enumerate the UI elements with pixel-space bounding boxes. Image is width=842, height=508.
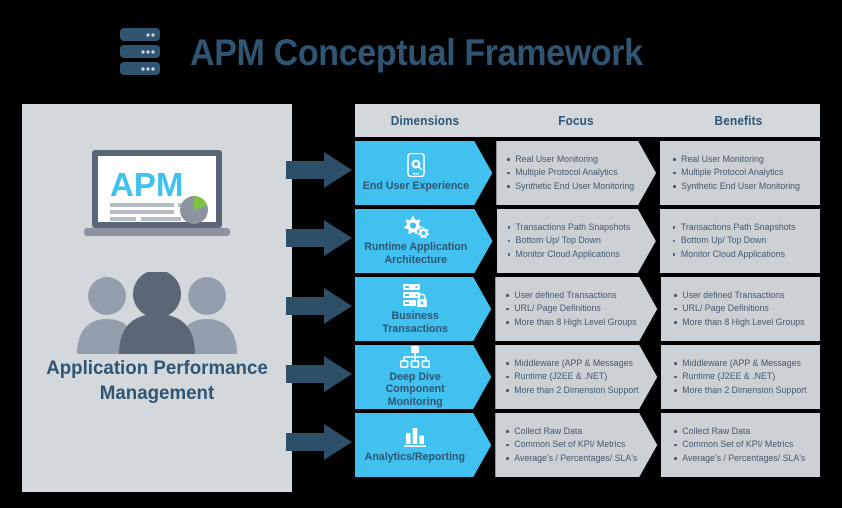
left-panel-caption: Application Performance Management <box>27 356 286 406</box>
benefits-cell-row-1: Real User Monitoring Multiple Protocol A… <box>660 141 820 205</box>
list-item: Runtime (J2EE & .NET) <box>505 370 638 383</box>
list-item: Multiple Protocol Analytics <box>672 166 800 179</box>
benefits-bullet-list: Middleware (APP & Messages Runtime (J2EE… <box>673 357 806 397</box>
matrix-row: Analytics/Reporting Collect Raw Data Com… <box>355 413 820 477</box>
matrix-header-row: Dimensions Focus Benefits <box>355 104 820 137</box>
framework-matrix: Dimensions Focus Benefits End User Exper… <box>355 104 820 477</box>
focus-cell-row-5: Collect Raw Data Common Set of KPI/ Metr… <box>495 413 657 477</box>
bar-chart-icon <box>403 426 427 448</box>
server-rack-icon <box>120 28 160 75</box>
flow-arrow-row-2 <box>286 220 352 256</box>
list-item: Monitor Cloud Applications <box>507 248 631 261</box>
dimension-cell-deep-dive-component-monitoring[interactable]: Deep Dive Component Monitoring <box>355 345 491 409</box>
focus-bullet-list: Transactions Path Snapshots Bottom Up/ T… <box>507 221 631 261</box>
list-item: Real User Monitoring <box>506 153 634 166</box>
flow-arrow-row-1 <box>286 152 352 188</box>
benefits-bullet-list: Transactions Path Snapshots Bottom Up/ T… <box>672 221 796 261</box>
focus-cell-row-1: Real User Monitoring Multiple Protocol A… <box>496 141 656 205</box>
dimension-cell-end-user-experience[interactable]: End User Experience <box>355 141 492 205</box>
focus-cell-row-3: User defined Transactions URL/ Page Defi… <box>495 277 657 341</box>
benefits-bullet-list: User defined Transactions URL/ Page Defi… <box>673 289 805 329</box>
list-item: Runtime (J2EE & .NET) <box>673 370 806 383</box>
benefits-bullet-list: Real User Monitoring Multiple Protocol A… <box>672 153 800 193</box>
matrix-row: Deep Dive Component Monitoring Middlewar… <box>355 345 820 409</box>
infographic-canvas: APM Conceptual Framework APM Application… <box>0 0 842 508</box>
dimension-label: End User Experience <box>362 180 469 193</box>
dimension-label: Deep Dive Component Monitoring <box>385 370 445 408</box>
focus-bullet-list: User defined Transactions URL/ Page Defi… <box>505 289 636 329</box>
flow-arrow-row-3 <box>286 288 352 324</box>
list-item: Collect Raw Data <box>505 425 637 438</box>
page-header: APM Conceptual Framework <box>118 22 682 84</box>
list-item: User defined Transactions <box>673 289 804 302</box>
list-item: Average's / Percentages/ SLA's <box>505 452 637 465</box>
list-item: Average's / Percentages/ SLA's <box>673 452 805 465</box>
caption-line-1: Application Performance <box>46 357 268 379</box>
focus-bullet-list: Collect Raw Data Common Set of KPI/ Metr… <box>505 425 637 465</box>
list-item: Middleware (APP & Messages <box>505 357 638 370</box>
list-item: Transactions Path Snapshots <box>672 221 795 234</box>
list-item: More than 2 Dimension Support <box>673 384 806 397</box>
list-item: More than 8 High Level Groups <box>505 316 636 329</box>
focus-bullet-list: Real User Monitoring Multiple Protocol A… <box>506 153 634 193</box>
dimension-cell-business-transactions[interactable]: Business Transactions <box>355 277 491 341</box>
list-item: URL/ Page Definitions <box>505 302 636 315</box>
left-overview-panel: APM Application Performance Management <box>22 104 292 492</box>
caption-line-2: Management <box>99 382 215 404</box>
list-item: More than 8 High Level Groups <box>673 316 805 329</box>
flow-arrow-row-4 <box>286 356 352 392</box>
benefits-cell-row-3: User defined Transactions URL/ Page Defi… <box>661 277 820 341</box>
gears-icon <box>402 216 430 238</box>
svg-text:APM: APM <box>110 166 183 203</box>
page-title: APM Conceptual Framework <box>190 32 643 73</box>
list-item: More than 2 Dimension Support <box>505 384 638 397</box>
list-item: Synthetic End User Monitoring <box>506 180 634 193</box>
list-item: User defined Transactions <box>505 289 636 302</box>
list-item: Middleware (APP & Messages <box>673 357 806 370</box>
focus-bullet-list: Middleware (APP & Messages Runtime (J2EE… <box>505 357 638 397</box>
benefits-cell-row-4: Middleware (APP & Messages Runtime (J2EE… <box>661 345 820 409</box>
column-header-dimensions: Dimensions <box>390 113 460 128</box>
list-item: Common Set of KPI/ Metrics <box>505 438 637 451</box>
flow-arrow-row-5 <box>286 424 352 460</box>
list-item: Real User Monitoring <box>672 153 800 166</box>
dimension-cell-analytics-reporting[interactable]: Analytics/Reporting <box>355 413 491 477</box>
benefits-bullet-list: Collect Raw Data Common Set of KPI/ Metr… <box>673 425 805 465</box>
dimension-cell-runtime-application-architecture[interactable]: Runtime Application Architecture <box>355 209 493 273</box>
dimension-label: Analytics/Reporting <box>364 451 466 464</box>
focus-cell-row-2: Transactions Path Snapshots Bottom Up/ T… <box>497 209 656 273</box>
column-header-focus: Focus <box>558 113 594 128</box>
sitemap-hierarchy-icon <box>400 346 430 368</box>
list-item: Bottom Up/ Top Down <box>672 234 796 247</box>
matrix-row: End User Experience Real User Monitoring… <box>355 141 820 205</box>
column-header-benefits: Benefits <box>714 113 763 128</box>
dimension-label: Business Transactions <box>382 310 448 335</box>
list-item: Common Set of KPI/ Metrics <box>673 438 805 451</box>
matrix-row: Business Transactions User defined Trans… <box>355 277 820 341</box>
benefits-cell-row-2: Transactions Path Snapshots Bottom Up/ T… <box>659 209 820 273</box>
benefits-cell-row-5: Collect Raw Data Common Set of KPI/ Metr… <box>661 413 820 477</box>
three-people-icon <box>71 272 243 354</box>
list-item: Collect Raw Data <box>673 425 805 438</box>
smartphone-search-icon <box>405 153 427 177</box>
matrix-row: Runtime Application Architecture Transac… <box>355 209 820 273</box>
list-item: Bottom Up/ Top Down <box>507 234 631 247</box>
laptop-dashboard-icon: APM <box>84 148 230 240</box>
list-item: Transactions Path Snapshots <box>507 221 631 234</box>
list-item: Monitor Cloud Applications <box>672 248 796 261</box>
list-item: Synthetic End User Monitoring <box>672 180 800 193</box>
focus-cell-row-4: Middleware (APP & Messages Runtime (J2EE… <box>495 345 657 409</box>
dimension-label: Runtime Application Architecture <box>364 241 468 266</box>
list-item: URL/ Page Definitions <box>673 302 804 315</box>
list-item: Multiple Protocol Analytics <box>506 166 634 179</box>
server-lock-icon <box>402 283 428 307</box>
